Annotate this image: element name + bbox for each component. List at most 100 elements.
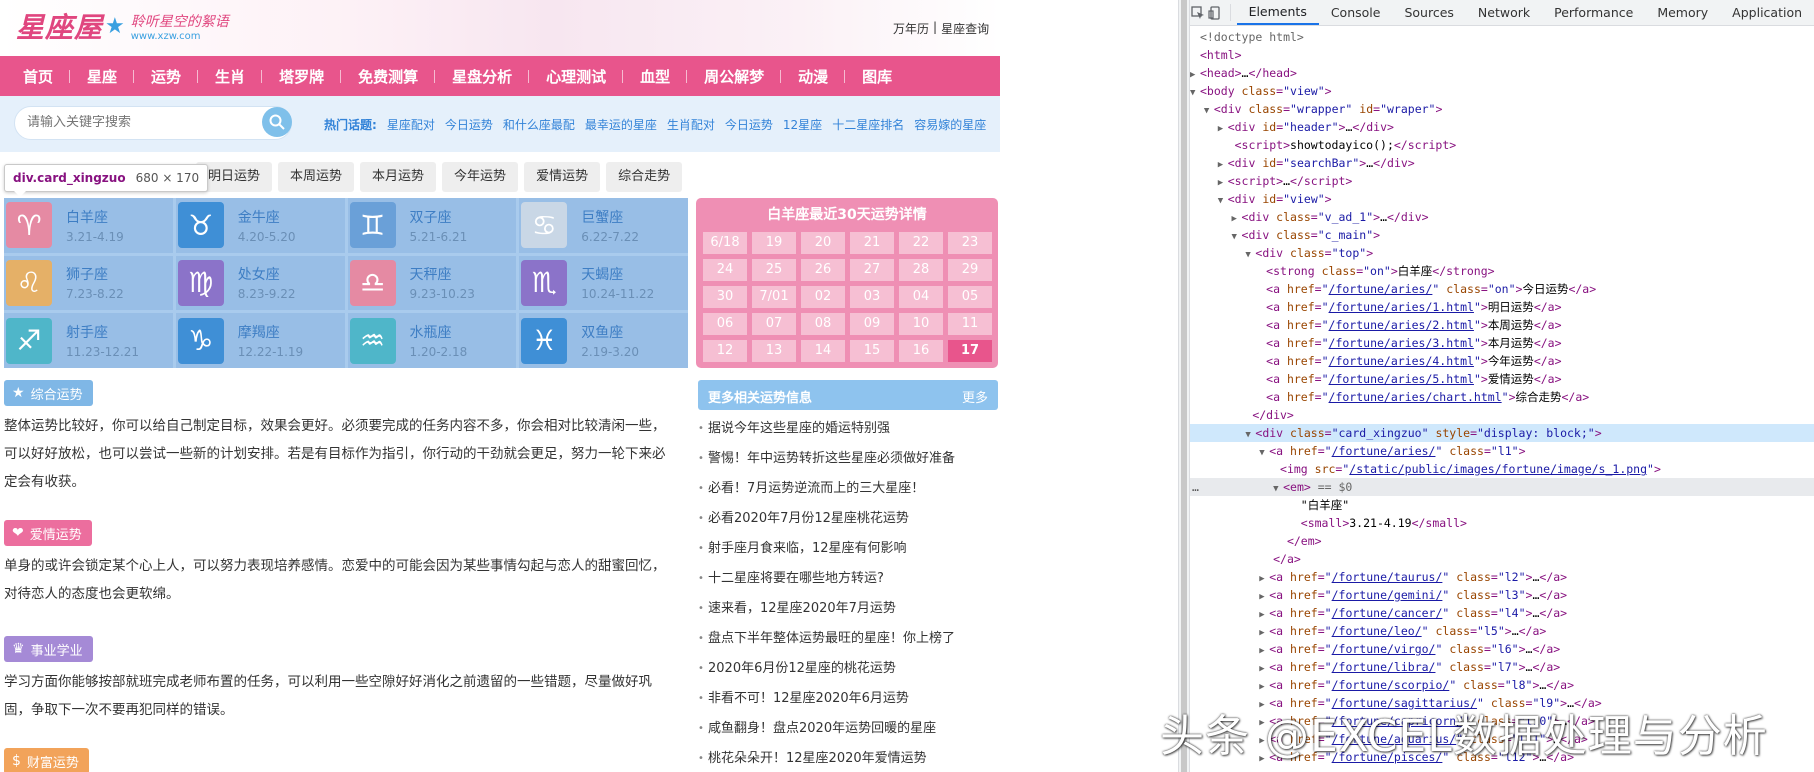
zodiac-cell[interactable]: ♋ 巨蟹座 6.22-7.22 bbox=[519, 198, 688, 253]
calendar-day[interactable]: 12 bbox=[703, 340, 747, 362]
nav-item[interactable]: 动漫 bbox=[781, 66, 846, 87]
calendar-day[interactable]: 06 bbox=[703, 313, 747, 335]
calendar-day[interactable]: 19 bbox=[752, 232, 796, 254]
inspect-element-icon[interactable] bbox=[1190, 0, 1207, 25]
news-link[interactable]: 警惕！年中运势转折这些星座必须做好准备 bbox=[698, 444, 998, 474]
nav-item[interactable]: 生肖 bbox=[198, 66, 263, 87]
dom-line[interactable]: ▶ <a href="/fortune/taurus/" class="l2">…… bbox=[1190, 568, 1814, 586]
nav-item[interactable]: 星盘分析 bbox=[435, 66, 530, 87]
fortune-tab[interactable]: 综合走势 bbox=[606, 162, 683, 192]
dom-line[interactable]: <script>showtodayico();</script> bbox=[1190, 136, 1814, 154]
dom-line[interactable]: <a href="/fortune/aries/" class="on">今日运… bbox=[1190, 280, 1814, 298]
dom-line[interactable]: <img src="/static/public/images/fortune/… bbox=[1190, 460, 1814, 478]
calendar-day[interactable]: 07 bbox=[752, 313, 796, 335]
news-link[interactable]: 2020年6月份12星座的桃花运势 bbox=[698, 654, 998, 684]
calendar-day[interactable]: 03 bbox=[850, 286, 894, 308]
dom-line[interactable]: ▼ <a href="/fortune/aries/" class="l1"> bbox=[1190, 442, 1814, 460]
zodiac-cell[interactable]: ♑ 摩羯座 12.22-1.19 bbox=[175, 313, 345, 368]
devtools-tab[interactable]: Network bbox=[1466, 0, 1542, 25]
dom-line[interactable]: ▼ <div class="top"> bbox=[1190, 244, 1814, 262]
nav-item[interactable]: 星座 bbox=[70, 66, 135, 87]
hot-topic-link[interactable]: 今日运势 bbox=[725, 116, 773, 133]
dom-line[interactable]: ▶ <head>…</head> bbox=[1190, 64, 1814, 82]
calendar-day[interactable]: 27 bbox=[850, 259, 894, 281]
dom-line[interactable]: ▶ <a href="/fortune/virgo/" class="l6">…<… bbox=[1190, 640, 1814, 658]
calendar-day[interactable]: 22 bbox=[899, 232, 943, 254]
dom-line[interactable]: </div> bbox=[1190, 406, 1814, 424]
calendar-day[interactable]: 05 bbox=[948, 286, 992, 308]
calendar-day[interactable]: 30 bbox=[703, 286, 747, 308]
fortune-tab[interactable]: 本周运势 bbox=[278, 162, 355, 192]
news-link[interactable]: 非看不可！12星座2020年6月运势 bbox=[698, 684, 998, 714]
dom-line[interactable]: <!doctype html> bbox=[1190, 28, 1814, 46]
dom-line[interactable]: ▶ <a href="/fortune/scorpio/" class="l8">… bbox=[1190, 676, 1814, 694]
dom-line[interactable]: <a href="/fortune/aries/4.html">今年运势</a> bbox=[1190, 352, 1814, 370]
hot-topic-link[interactable]: 12星座 bbox=[783, 116, 822, 133]
devtools-tab[interactable]: Console bbox=[1319, 0, 1393, 25]
zodiac-cell[interactable]: ♍ 处女座 8.23-9.22 bbox=[175, 255, 345, 311]
calendar-day[interactable]: 28 bbox=[899, 259, 943, 281]
hot-topic-link[interactable]: 今日运势 bbox=[445, 116, 493, 133]
calendar-day[interactable]: 08 bbox=[801, 313, 845, 335]
calendar-day[interactable]: 10 bbox=[899, 313, 943, 335]
calendar-day[interactable]: 11 bbox=[948, 313, 992, 335]
nav-item[interactable]: 塔罗牌 bbox=[262, 66, 342, 87]
dom-line-selected[interactable]: … ▼ <em> == $0 bbox=[1190, 478, 1814, 496]
dom-line[interactable]: ▼ <body class="view"> bbox=[1190, 82, 1814, 100]
dom-line[interactable]: ▶ <a href="/fortune/cancer/" class="l4">…… bbox=[1190, 604, 1814, 622]
news-link[interactable]: 盘点下半年整体运势最旺的星座！你上榜了 bbox=[698, 624, 998, 654]
dom-line[interactable]: ▶ <div class="v_ad_1">…</div> bbox=[1190, 208, 1814, 226]
news-link[interactable]: 咸鱼翻身！盘点2020年运势回暖的星座 bbox=[698, 714, 998, 744]
nav-item[interactable]: 图库 bbox=[845, 66, 909, 87]
zodiac-cell[interactable]: ♌ 狮子座 7.23-8.22 bbox=[4, 255, 173, 311]
dom-line[interactable]: <strong class="on">白羊座</strong> bbox=[1190, 262, 1814, 280]
hot-topic-link[interactable]: 十二星座排名 bbox=[832, 116, 904, 133]
more-options-icon[interactable]: … bbox=[1192, 478, 1199, 496]
news-link[interactable]: 十二星座将要在哪些地方转运? bbox=[698, 564, 998, 594]
nav-item[interactable]: 心理测试 bbox=[529, 66, 624, 87]
calendar-day[interactable]: 09 bbox=[850, 313, 894, 335]
devtools-tab[interactable]: Performance bbox=[1542, 0, 1645, 25]
zodiac-cell[interactable]: ♊ 双子座 5.21-6.21 bbox=[347, 198, 517, 253]
calendar-day[interactable]: 26 bbox=[801, 259, 845, 281]
dom-line[interactable]: ▶ <a href="/fortune/libra/" class="l7">…<… bbox=[1190, 658, 1814, 676]
zodiac-cell[interactable]: ♎ 天秤座 9.23-10.23 bbox=[347, 255, 517, 311]
fortune-tab[interactable]: 今年运势 bbox=[442, 162, 519, 192]
dom-line[interactable]: <a href="/fortune/aries/3.html">本月运势</a> bbox=[1190, 334, 1814, 352]
dom-line[interactable]: </em> bbox=[1190, 532, 1814, 550]
nav-item[interactable]: 血型 bbox=[623, 66, 688, 87]
search-button[interactable] bbox=[262, 107, 292, 137]
dom-line-hovered[interactable]: ▼ <div class="card_xingzuo" style="displa… bbox=[1190, 424, 1814, 442]
device-toolbar-icon[interactable] bbox=[1207, 0, 1224, 25]
hot-topic-link[interactable]: 最幸运的星座 bbox=[585, 116, 657, 133]
dom-line[interactable]: ▶ <div id="searchBar">…</div> bbox=[1190, 154, 1814, 172]
calendar-day[interactable]: 20 bbox=[801, 232, 845, 254]
panel-splitter[interactable] bbox=[1178, 0, 1190, 772]
hot-topic-link[interactable]: 和什么座最配 bbox=[503, 116, 575, 133]
dom-line[interactable]: ▼ <div id="view"> bbox=[1190, 190, 1814, 208]
dom-line[interactable]: <small>3.21-4.19</small> bbox=[1190, 514, 1814, 532]
nav-item[interactable]: 免费测算 bbox=[341, 66, 436, 87]
zodiac-cell[interactable]: ♏ 天蝎座 10.24-11.22 bbox=[519, 255, 688, 311]
dom-line[interactable]: <a href="/fortune/aries/chart.html">综合走势… bbox=[1190, 388, 1814, 406]
zodiac-cell[interactable]: ♉ 金牛座 4.20-5.20 bbox=[175, 198, 345, 253]
calendar-day[interactable]: 17 bbox=[948, 340, 992, 362]
news-link[interactable]: 据说今年这些星座的婚运特别强 bbox=[698, 414, 998, 444]
calendar-day[interactable]: 23 bbox=[948, 232, 992, 254]
nav-item[interactable]: 首页 bbox=[6, 66, 71, 87]
more-link[interactable]: 更多 bbox=[962, 387, 988, 406]
scrollbar-thumb[interactable] bbox=[1181, 0, 1187, 772]
devtools-tab[interactable]: Application bbox=[1720, 0, 1814, 25]
dom-line[interactable]: ▼ <div class="c_main"> bbox=[1190, 226, 1814, 244]
nav-item[interactable]: 周公解梦 bbox=[687, 66, 782, 87]
calendar-day[interactable]: 24 bbox=[703, 259, 747, 281]
hot-topic-link[interactable]: 容易嫁的星座 bbox=[914, 116, 986, 133]
dom-line[interactable]: ▶ <div id="header">…</div> bbox=[1190, 118, 1814, 136]
calendar-day[interactable]: 7/01 bbox=[752, 286, 796, 308]
news-link[interactable]: 射手座月食来临，12星座有何影响 bbox=[698, 534, 998, 564]
calendar-day[interactable]: 16 bbox=[899, 340, 943, 362]
dom-line[interactable]: <html> bbox=[1190, 46, 1814, 64]
zodiac-cell[interactable]: ♐ 射手座 11.23-12.21 bbox=[4, 313, 173, 368]
calendar-day[interactable]: 02 bbox=[801, 286, 845, 308]
zodiac-cell[interactable]: ♒ 水瓶座 1.20-2.18 bbox=[347, 313, 517, 368]
